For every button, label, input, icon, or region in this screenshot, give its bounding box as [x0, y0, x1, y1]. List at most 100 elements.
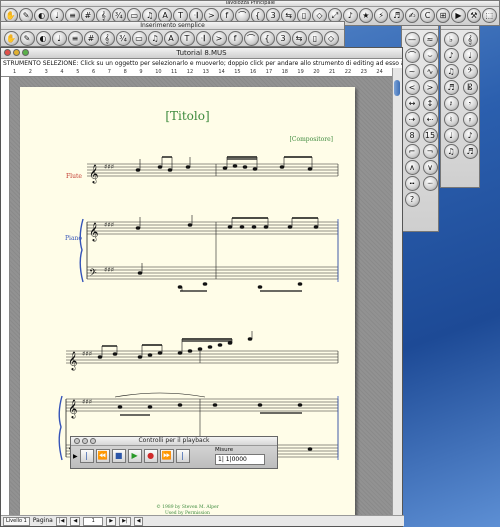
- tool-icon[interactable]: 𝄞: [462, 32, 478, 47]
- form-icon[interactable]: ≈: [422, 32, 438, 47]
- form-icon[interactable]: ⌒: [404, 48, 420, 63]
- close-icon[interactable]: [74, 437, 80, 444]
- sharp-icon[interactable]: 𝄇: [195, 31, 211, 46]
- eighth-icon[interactable]: ≡: [67, 31, 83, 46]
- form-icon[interactable]: ∧: [404, 160, 420, 175]
- tuplet-icon[interactable]: 3: [275, 31, 291, 46]
- eraser-icon[interactable]: ⌒: [243, 31, 259, 46]
- piano-treble-staff: [87, 221, 338, 235]
- form-icon[interactable]: <: [404, 80, 420, 95]
- slur-icon[interactable]: ◇: [323, 31, 339, 46]
- layer-selector[interactable]: Livello 1: [3, 516, 30, 526]
- 16th-icon[interactable]: #: [83, 31, 99, 46]
- note-mover-icon[interactable]: ♪: [343, 8, 358, 23]
- half-icon[interactable]: ◐: [35, 31, 51, 46]
- scroll-thumb[interactable]: [394, 80, 400, 96]
- record-icon[interactable]: ●: [143, 449, 158, 463]
- form-icon[interactable]: ⌣: [422, 48, 438, 63]
- chord-icon[interactable]: ▯: [307, 31, 323, 46]
- tool-icon[interactable]: 𝄡: [462, 80, 478, 95]
- form-icon[interactable]: ↔: [404, 96, 420, 111]
- tool-icon[interactable]: ♪: [462, 128, 478, 143]
- tool-icon[interactable]: ♫: [443, 144, 459, 159]
- tool-icon[interactable]: ♩: [462, 48, 478, 63]
- vertical-scrollbar[interactable]: [392, 68, 402, 516]
- rest-icon[interactable]: T: [179, 31, 195, 46]
- playback-icon[interactable]: ▶: [451, 8, 466, 23]
- help-icon[interactable]: ?: [404, 192, 420, 207]
- close-icon[interactable]: [4, 49, 11, 56]
- form-icon[interactable]: ┅: [404, 176, 420, 191]
- 32nd-icon[interactable]: 𝄞: [99, 31, 115, 46]
- form-icon[interactable]: ⌐: [404, 144, 420, 159]
- form-icon[interactable]: ∨: [422, 160, 438, 175]
- tool-icon[interactable]: ♬: [462, 144, 478, 159]
- ruler-number: 23: [360, 69, 367, 75]
- tie-icon[interactable]: A: [163, 31, 179, 46]
- next-page-icon[interactable]: ▶: [106, 516, 117, 526]
- special-icon[interactable]: ★: [358, 8, 373, 23]
- rewind-icon[interactable]: ⏪: [95, 449, 110, 463]
- flat-icon[interactable]: >: [211, 31, 227, 46]
- simple-icon[interactable]: ♬: [389, 8, 404, 23]
- hammer-icon[interactable]: ⚒: [466, 8, 482, 23]
- prev-page-icon[interactable]: ◀: [70, 516, 81, 526]
- form-icon[interactable]: ⇢: [404, 112, 420, 127]
- misure-field[interactable]: 1| 1|0000: [215, 454, 265, 465]
- form-icon[interactable]: ┈: [422, 176, 438, 191]
- cross-icon[interactable]: ⇆: [291, 31, 307, 46]
- form-icon[interactable]: —: [404, 32, 420, 47]
- 128th-icon[interactable]: ▭: [131, 31, 147, 46]
- rewind-to-start-icon[interactable]: |: [79, 449, 94, 463]
- hyperscribe-icon[interactable]: ✍: [404, 8, 420, 23]
- form-icon[interactable]: ↕: [422, 96, 438, 111]
- minimize-icon[interactable]: [82, 437, 88, 444]
- pencil-icon[interactable]: ✋: [3, 31, 19, 46]
- form-icon[interactable]: 15: [422, 128, 438, 143]
- tool-icon[interactable]: ♮: [443, 112, 459, 127]
- fast-forward-icon[interactable]: ⏩: [159, 449, 174, 463]
- form-icon[interactable]: 8: [404, 128, 420, 143]
- whole-icon[interactable]: ✎: [19, 31, 35, 46]
- forms-palette[interactable]: For —≈ ⌒⌣ ~∿ <> ↔↕ ⇢⇠ 815 ⌐¬ ∧∨ ┅┈ ?: [401, 20, 439, 232]
- form-icon[interactable]: >: [422, 80, 438, 95]
- quarter-icon[interactable]: ♩: [51, 31, 67, 46]
- expand-triangle-icon[interactable]: ▶: [73, 453, 78, 460]
- tool-icon[interactable]: ♫: [443, 64, 459, 79]
- simple-entry-palette[interactable]: Inserimento semplice ✋ ✎ ◐ ♩ ≡ # 𝄞 ¾ ▭ ♫ A T 𝄇 > f ⌒{3 ⇆…: [0, 21, 345, 47]
- tool-icon[interactable]: 𝄿: [462, 112, 478, 127]
- form-icon[interactable]: ~: [404, 64, 420, 79]
- form-icon[interactable]: ⇠: [422, 112, 438, 127]
- forward-to-end-icon[interactable]: |: [175, 449, 190, 463]
- natural-icon[interactable]: f: [227, 31, 243, 46]
- 64th-icon[interactable]: ¾: [115, 31, 131, 46]
- last-page-icon[interactable]: ▶|: [119, 516, 131, 526]
- tool-icon[interactable]: 𝄽: [443, 96, 459, 111]
- harmony-icon[interactable]: C: [420, 8, 435, 23]
- playback-controls[interactable]: Controlli per il playback ▶ | ⏪ ■ ▶ ● ⏩ …: [70, 436, 278, 469]
- tools-palette[interactable]: Stru ♭𝄞 ♪♩ ♫𝄢 ♬𝄡 𝄽𝄾 ♮𝄿 ♩♪ ♫♬: [440, 20, 480, 188]
- tool-icon[interactable]: ♬: [443, 80, 459, 95]
- tool-icon[interactable]: 𝄢: [462, 64, 478, 79]
- tool-icon[interactable]: ♪: [443, 48, 459, 63]
- speedy-icon[interactable]: ⚡: [374, 8, 389, 23]
- page-number-field[interactable]: 1: [83, 516, 104, 526]
- minimize-icon[interactable]: [13, 49, 20, 56]
- selection-icon[interactable]: ⬚: [482, 8, 497, 23]
- grace-icon[interactable]: {: [259, 31, 275, 46]
- form-icon[interactable]: ¬: [422, 144, 438, 159]
- stop-icon[interactable]: ■: [111, 449, 126, 463]
- tool-icon[interactable]: 𝄾: [462, 96, 478, 111]
- document-titlebar[interactable]: Tutorial 8.MUS: [1, 48, 402, 59]
- zoom-icon[interactable]: [90, 437, 96, 444]
- zoom-icon[interactable]: [22, 49, 29, 56]
- ruler-number: 2: [28, 69, 32, 75]
- tool-icon[interactable]: ♭: [443, 32, 459, 47]
- scroll-left-icon[interactable]: ◀: [133, 516, 144, 526]
- dot-icon[interactable]: ♫: [147, 31, 163, 46]
- form-icon[interactable]: ∿: [422, 64, 438, 79]
- play-icon[interactable]: ▶: [127, 449, 142, 463]
- tool-icon[interactable]: ♩: [443, 128, 459, 143]
- mass-icon[interactable]: ⊞: [435, 8, 451, 23]
- first-page-icon[interactable]: |◀: [55, 516, 68, 526]
